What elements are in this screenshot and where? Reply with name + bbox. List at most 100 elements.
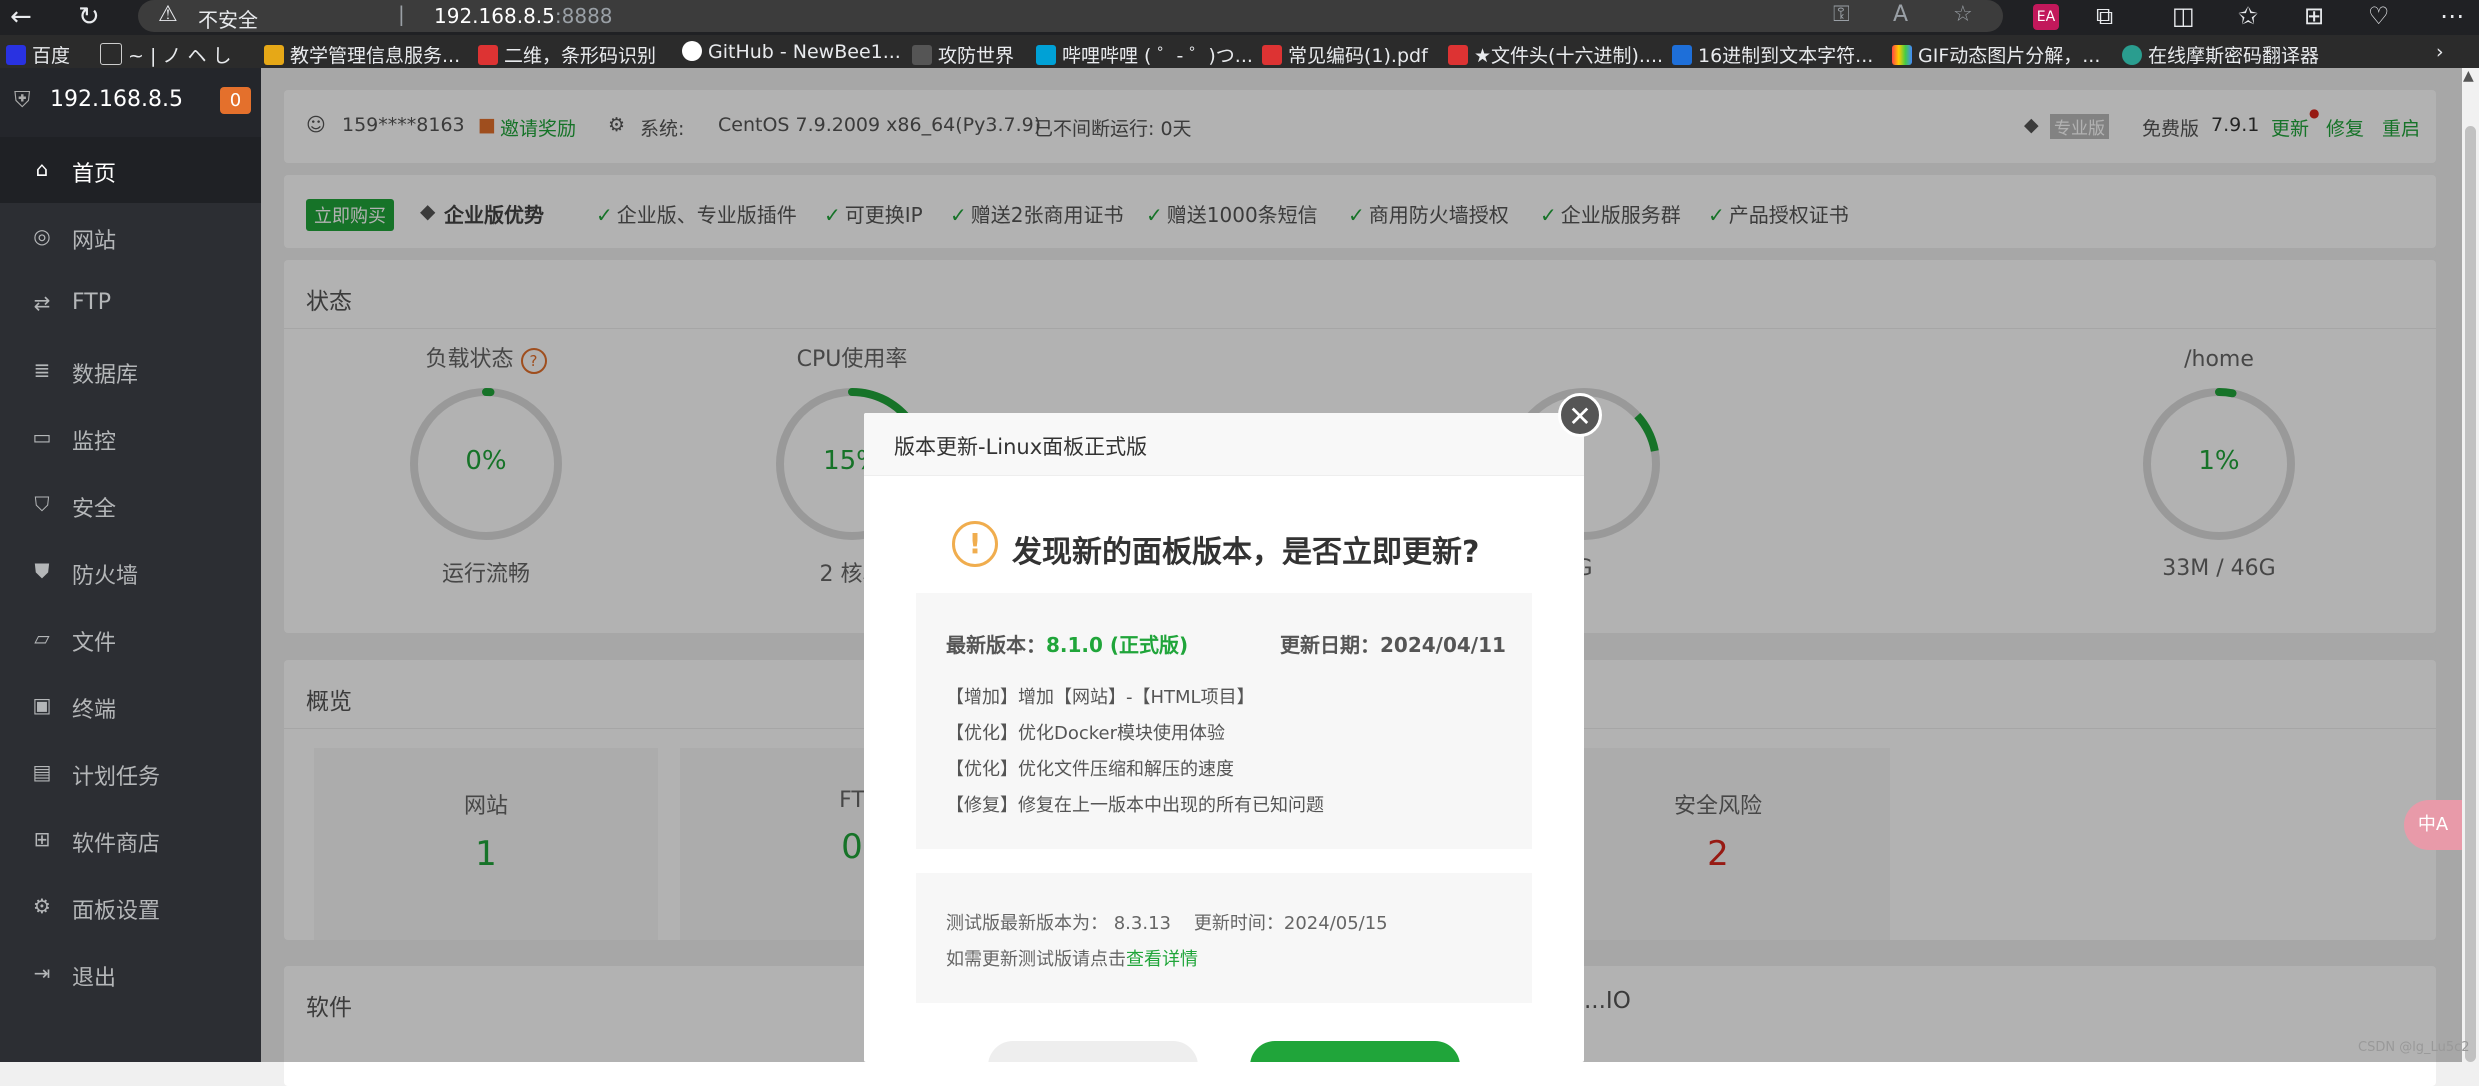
logout-icon: ⇥ bbox=[33, 961, 51, 985]
folder-icon: ▱ bbox=[34, 626, 50, 650]
sidebar-item-home[interactable]: ⌂ 首页 bbox=[0, 137, 261, 203]
dialog-header: 版本更新-Linux面板正式版 bbox=[864, 413, 1584, 476]
latest-version-label: 最新版本： bbox=[946, 633, 1046, 657]
github-icon bbox=[682, 41, 702, 61]
rainbow-icon bbox=[1892, 45, 1912, 65]
globe-icon: ◎ bbox=[33, 224, 51, 248]
read-aloud-icon[interactable]: A bbox=[1893, 2, 1908, 27]
sidebar-item-settings[interactable]: ⚙ 面板设置 bbox=[0, 874, 261, 940]
favorites-icon[interactable]: ✩ bbox=[2238, 2, 2258, 30]
address-bar[interactable]: ⚠ 不安全 | 192.168.8.5:8888 ⚿ A ☆ bbox=[138, 0, 2003, 32]
bookmark-label: 常见编码(1).pdf bbox=[1288, 45, 1428, 67]
bookmark-item[interactable]: 二维，条形码识别 bbox=[478, 41, 656, 68]
bookmark-item[interactable]: 百度 bbox=[6, 41, 70, 68]
sidebar-host[interactable]: ⛨ 192.168.8.5 0 bbox=[0, 68, 261, 137]
sidebar-item-label: 终端 bbox=[72, 698, 117, 723]
bookmark-item[interactable]: ~ | ノ ヘ し bbox=[100, 41, 231, 68]
qrcode-icon bbox=[478, 45, 498, 65]
later-button[interactable] bbox=[988, 1041, 1198, 1062]
release-note: 【增加】增加【网站】-【HTML项目】 bbox=[946, 687, 1255, 708]
sidebar-item-cron[interactable]: ▤ 计划任务 bbox=[0, 740, 261, 806]
url-port: :8888 bbox=[554, 4, 613, 28]
bookmark-label: 哔哩哔哩 ( ゜- ゜)つ... bbox=[1062, 45, 1253, 67]
sidebar-item-label: 安全 bbox=[72, 497, 117, 522]
chevron-right-icon[interactable]: › bbox=[2436, 41, 2444, 63]
bookmark-item[interactable]: GIF动态图片分解，... bbox=[1892, 41, 2100, 68]
bookmark-label: 教学管理信息服务... bbox=[290, 45, 461, 67]
more-icon[interactable]: ⋯ bbox=[2440, 2, 2464, 30]
scroll-up-icon[interactable]: ▲ bbox=[2463, 68, 2474, 84]
sidebar-item-label: 文件 bbox=[72, 631, 117, 656]
sidebar-item-firewall[interactable]: ⛊ 防火墙 bbox=[0, 539, 261, 605]
database-icon: ≣ bbox=[33, 358, 51, 382]
sidebar-item-logout[interactable]: ⇥ 退出 bbox=[0, 941, 261, 1007]
bookmark-label: 百度 bbox=[32, 45, 71, 67]
beta-time-label: 更新时间： bbox=[1193, 913, 1284, 934]
terminal-icon: ▣ bbox=[32, 693, 52, 717]
release-info: 最新版本：8.1.0 (正式版) 更新日期：2024/04/11 【增加】增加【… bbox=[916, 593, 1532, 849]
bookmark-item[interactable]: 常见编码(1).pdf bbox=[1262, 41, 1428, 68]
message-badge[interactable]: 0 bbox=[220, 87, 251, 114]
reload-icon[interactable]: ↻ bbox=[78, 2, 100, 32]
collections-icon[interactable]: ⊞ bbox=[2304, 2, 2324, 30]
bookmark-item[interactable]: 16进制到文本字符... bbox=[1672, 41, 1873, 68]
bookmark-item[interactable]: 哔哩哔哩 ( ゜- ゜)つ... bbox=[1036, 41, 1253, 68]
sidebar-item-label: 防火墙 bbox=[72, 564, 139, 589]
headline-text: 发现新的面板版本，是否立即更新? bbox=[1012, 535, 1480, 570]
latest-version-value: 8.1.0 (正式版) bbox=[1046, 633, 1189, 657]
update-dialog: 版本更新-Linux面板正式版 ! 发现新的面板版本，是否立即更新? 最新版本：… bbox=[864, 413, 1584, 1062]
browser-toolbar: ← ↻ ⚠ 不安全 | 192.168.8.5:8888 ⚿ A ☆ EA ⧉ … bbox=[0, 0, 2479, 35]
sidebar-item-database[interactable]: ≣ 数据库 bbox=[0, 338, 261, 404]
sidebar-item-terminal[interactable]: ▣ 终端 bbox=[0, 673, 261, 739]
url-host: 192.168.8.5 bbox=[434, 4, 555, 28]
scroll-thumb[interactable] bbox=[2465, 126, 2476, 1062]
school-icon bbox=[264, 45, 284, 65]
sidebar-item-label: 网站 bbox=[72, 229, 117, 254]
bookmark-label: GIF动态图片分解，... bbox=[1918, 45, 2101, 67]
latest-version-row: 最新版本：8.1.0 (正式版) bbox=[946, 629, 1188, 658]
page-scrollbar[interactable]: ▲ bbox=[2462, 68, 2479, 1062]
bookmark-item[interactable]: GitHub - NewBee1... bbox=[682, 41, 901, 63]
ftp-icon: ⇄ bbox=[33, 291, 51, 315]
server-shield-icon: ⛨ bbox=[14, 88, 31, 113]
bookmark-label: 二维，条形码识别 bbox=[504, 45, 657, 67]
bookmarks-bar: 百度 ~ | ノ ヘ し 教学管理信息服务... 二维，条形码识别 GitHub… bbox=[0, 35, 2479, 68]
bookmark-label: ★文件头(十六进制).... bbox=[1474, 45, 1664, 67]
sidebar-item-ftp[interactable]: ⇄ FTP bbox=[0, 271, 261, 337]
release-note: 【修复】修复在上一版本中出现的所有已知问题 bbox=[946, 795, 1324, 816]
beta-hint-text: 如需更新测试版请点击 bbox=[946, 949, 1126, 970]
beta-version-value: 8.3.13 bbox=[1113, 913, 1171, 934]
bookmark-item[interactable]: 教学管理信息服务... bbox=[264, 41, 460, 68]
sidebar-item-store[interactable]: ⊞ 软件商店 bbox=[0, 807, 261, 873]
update-now-button[interactable] bbox=[1250, 1041, 1460, 1062]
hex-icon bbox=[1672, 45, 1692, 65]
bookmark-item[interactable]: 在线摩斯密码翻译器 bbox=[2122, 41, 2319, 68]
translate-extension-icon[interactable]: EA bbox=[2033, 4, 2059, 30]
view-details-link[interactable]: 查看详情 bbox=[1126, 949, 1198, 970]
grid-icon: ⊞ bbox=[33, 827, 51, 851]
health-icon[interactable]: ♡ bbox=[2368, 2, 2390, 30]
sidebar-item-label: 退出 bbox=[72, 966, 117, 991]
dialog-close-button[interactable]: ✕ bbox=[1558, 393, 1602, 437]
host-name: 192.168.8.5 bbox=[50, 87, 183, 112]
favorite-star-icon[interactable]: ☆ bbox=[1953, 2, 1973, 27]
extensions-icon[interactable]: ⧉ bbox=[2096, 2, 2113, 30]
sidebar-item-monitor[interactable]: ▭ 监控 bbox=[0, 405, 261, 471]
key-icon[interactable]: ⚿ bbox=[1833, 2, 1850, 27]
bookmark-item[interactable]: ★文件头(十六进制).... bbox=[1448, 41, 1663, 68]
sidebar-item-website[interactable]: ◎ 网站 bbox=[0, 204, 261, 270]
beta-version-row: 测试版最新版本为： 8.3.13 更新时间：2024/05/15 bbox=[946, 909, 1388, 935]
split-screen-icon[interactable]: ◫ bbox=[2172, 2, 2195, 30]
bookmark-item[interactable]: 攻防世界 bbox=[912, 41, 1014, 68]
sidebar-item-label: 面板设置 bbox=[72, 899, 161, 924]
translate-float-button[interactable]: 中A bbox=[2404, 800, 2462, 850]
bookmark-label: 攻防世界 bbox=[938, 45, 1015, 67]
sidebar-item-security[interactable]: ⛉ 安全 bbox=[0, 472, 261, 538]
sidebar-item-files[interactable]: ▱ 文件 bbox=[0, 606, 261, 672]
sidebar-item-label: 软件商店 bbox=[72, 832, 161, 857]
gear-icon bbox=[2122, 45, 2142, 65]
adworld-icon bbox=[912, 45, 932, 65]
pdf-icon bbox=[1262, 45, 1282, 65]
sidebar-item-label: 监控 bbox=[72, 430, 117, 455]
back-icon[interactable]: ← bbox=[10, 2, 32, 32]
